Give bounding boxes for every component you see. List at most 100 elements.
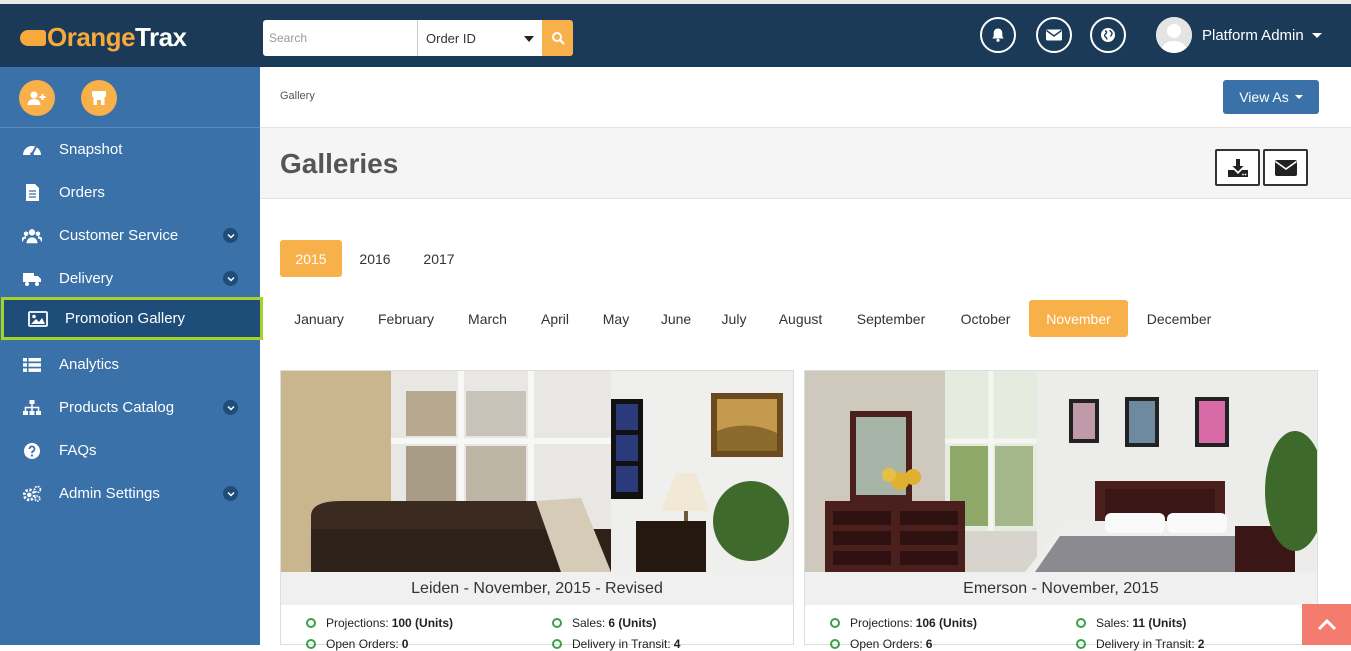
store-icon xyxy=(92,91,106,105)
search-input[interactable] xyxy=(263,20,417,56)
sidebar-item-label: FAQs xyxy=(59,442,97,459)
user-menu[interactable]: Platform Admin xyxy=(1156,17,1322,53)
month-tab-january[interactable]: January xyxy=(283,300,355,337)
stat-label: Projections: xyxy=(850,616,913,630)
month-label: February xyxy=(377,310,435,327)
stat-value: 100 (Units) xyxy=(391,616,454,630)
list-icon xyxy=(22,355,42,375)
truck-icon xyxy=(22,269,42,289)
sidebar-item-orders[interactable]: Orders xyxy=(0,171,260,214)
circle-icon xyxy=(830,618,840,628)
sidebar-quick-actions xyxy=(0,67,260,128)
month-tab-may[interactable]: May xyxy=(592,300,640,337)
sidebar-item-products-catalog[interactable]: Products Catalog xyxy=(0,386,260,429)
month-label: September xyxy=(856,310,926,327)
month-label: October xyxy=(960,310,1011,327)
bell-icon xyxy=(992,28,1004,42)
notifications-button[interactable] xyxy=(980,17,1016,53)
month-label: August xyxy=(778,310,823,327)
envelope-icon xyxy=(1274,159,1297,176)
gallery-card-image[interactable] xyxy=(805,371,1317,572)
orangetrax-logo[interactable]: Orange Trax xyxy=(20,22,187,53)
sidebar-item-label: Snapshot xyxy=(59,141,123,158)
stat-label: Delivery in Transit: xyxy=(1096,637,1195,651)
dashboard-icon xyxy=(22,140,42,160)
sidebar-item-delivery[interactable]: Delivery xyxy=(0,257,260,300)
breadcrumb[interactable]: Gallery xyxy=(280,90,315,102)
card-title-text: Emerson - November, 2015 xyxy=(963,579,1159,597)
envelope-icon xyxy=(1046,29,1062,41)
sidebar-item-label: Analytics xyxy=(59,356,120,373)
sitemap-icon xyxy=(22,398,42,418)
caret-down-icon xyxy=(1294,95,1303,99)
month-tab-february[interactable]: February xyxy=(365,300,447,337)
circle-icon xyxy=(306,618,316,628)
circle-icon xyxy=(1076,618,1086,628)
year-tab-2016[interactable]: 2016 xyxy=(347,240,403,277)
month-tab-june[interactable]: June xyxy=(651,300,701,337)
store-button[interactable] xyxy=(81,80,117,116)
month-tab-october[interactable]: October xyxy=(948,300,1023,337)
email-button[interactable] xyxy=(1263,149,1308,186)
logo-text-orange: Orange xyxy=(47,22,136,52)
search-button[interactable] xyxy=(542,20,573,56)
gears-icon xyxy=(22,484,42,504)
year-tab-2015[interactable]: 2015 xyxy=(280,240,342,277)
month-label: November xyxy=(1046,310,1111,327)
year-tab-2017[interactable]: 2017 xyxy=(411,240,467,277)
globe-icon xyxy=(1101,28,1115,42)
caret-down-icon xyxy=(524,36,534,42)
download-button[interactable] xyxy=(1215,149,1260,186)
sidebar-item-analytics[interactable]: Analytics xyxy=(0,343,260,386)
gallery-card[interactable]: Emerson - November, 2015 xyxy=(804,370,1318,645)
gallery-card-image[interactable] xyxy=(281,371,793,572)
logo-text-white: Trax xyxy=(135,22,187,52)
gallery-card-title[interactable]: Leiden - November, 2015 - Revised xyxy=(281,572,793,605)
sidebar-item-customer-service[interactable]: Customer Service xyxy=(0,214,260,257)
sidebar-item-faqs[interactable]: FAQs xyxy=(0,429,260,472)
stat-value: 0 xyxy=(401,637,409,651)
gallery-card-title[interactable]: Emerson - November, 2015 xyxy=(805,572,1317,605)
sidebar-item-snapshot[interactable]: Snapshot xyxy=(0,128,260,171)
month-label: December xyxy=(1146,310,1212,327)
month-tab-august[interactable]: August xyxy=(767,300,834,337)
messages-button[interactable] xyxy=(1036,17,1072,53)
circle-icon xyxy=(306,639,316,649)
chevron-down-icon[interactable] xyxy=(223,400,238,415)
search-bar: Order ID xyxy=(263,20,573,56)
document-icon xyxy=(22,183,42,203)
sidebar: Snapshot Orders Customer Service Deliver… xyxy=(0,67,263,645)
user-avatar-icon xyxy=(1156,17,1192,53)
month-tab-july[interactable]: July xyxy=(711,300,757,337)
add-user-button[interactable] xyxy=(19,80,55,116)
globe-button[interactable] xyxy=(1090,17,1126,53)
add-user-icon xyxy=(27,91,46,105)
page-header: Galleries xyxy=(260,128,1351,199)
month-tab-september[interactable]: September xyxy=(846,300,936,337)
month-tab-march[interactable]: March xyxy=(457,300,518,337)
delivery-in-transit-stat: Delivery in Transit: 2 xyxy=(1076,637,1204,651)
month-label: January xyxy=(294,310,344,327)
circle-icon xyxy=(1076,639,1086,649)
breadcrumb-bar: Gallery View As xyxy=(260,67,1351,128)
question-icon xyxy=(22,441,42,461)
sidebar-item-label: Products Catalog xyxy=(59,399,175,416)
month-tab-december[interactable]: December xyxy=(1135,300,1223,337)
month-tab-november[interactable]: November xyxy=(1029,300,1128,337)
open-orders-stat: Open Orders: 6 xyxy=(830,637,932,651)
search-icon xyxy=(551,32,565,45)
search-type-select[interactable]: Order ID xyxy=(417,20,542,56)
chevron-down-icon[interactable] xyxy=(223,228,238,243)
chevron-down-icon[interactable] xyxy=(223,486,238,501)
month-tab-april[interactable]: April xyxy=(531,300,579,337)
view-as-button[interactable]: View As xyxy=(1223,80,1319,114)
stat-value: 2 xyxy=(1197,637,1205,651)
sidebar-item-label: Orders xyxy=(59,184,105,201)
sidebar-item-promotion-gallery[interactable]: Promotion Gallery xyxy=(1,297,263,340)
stat-label: Open Orders: xyxy=(850,637,923,651)
chevron-down-icon[interactable] xyxy=(223,271,238,286)
sidebar-item-admin-settings[interactable]: Admin Settings xyxy=(0,472,260,515)
scroll-to-top-button[interactable] xyxy=(1302,604,1351,645)
top-bar: OrangeTrax Order ID xyxy=(0,4,1351,67)
gallery-card[interactable]: Leiden - November, 2015 - Revised xyxy=(280,370,794,645)
